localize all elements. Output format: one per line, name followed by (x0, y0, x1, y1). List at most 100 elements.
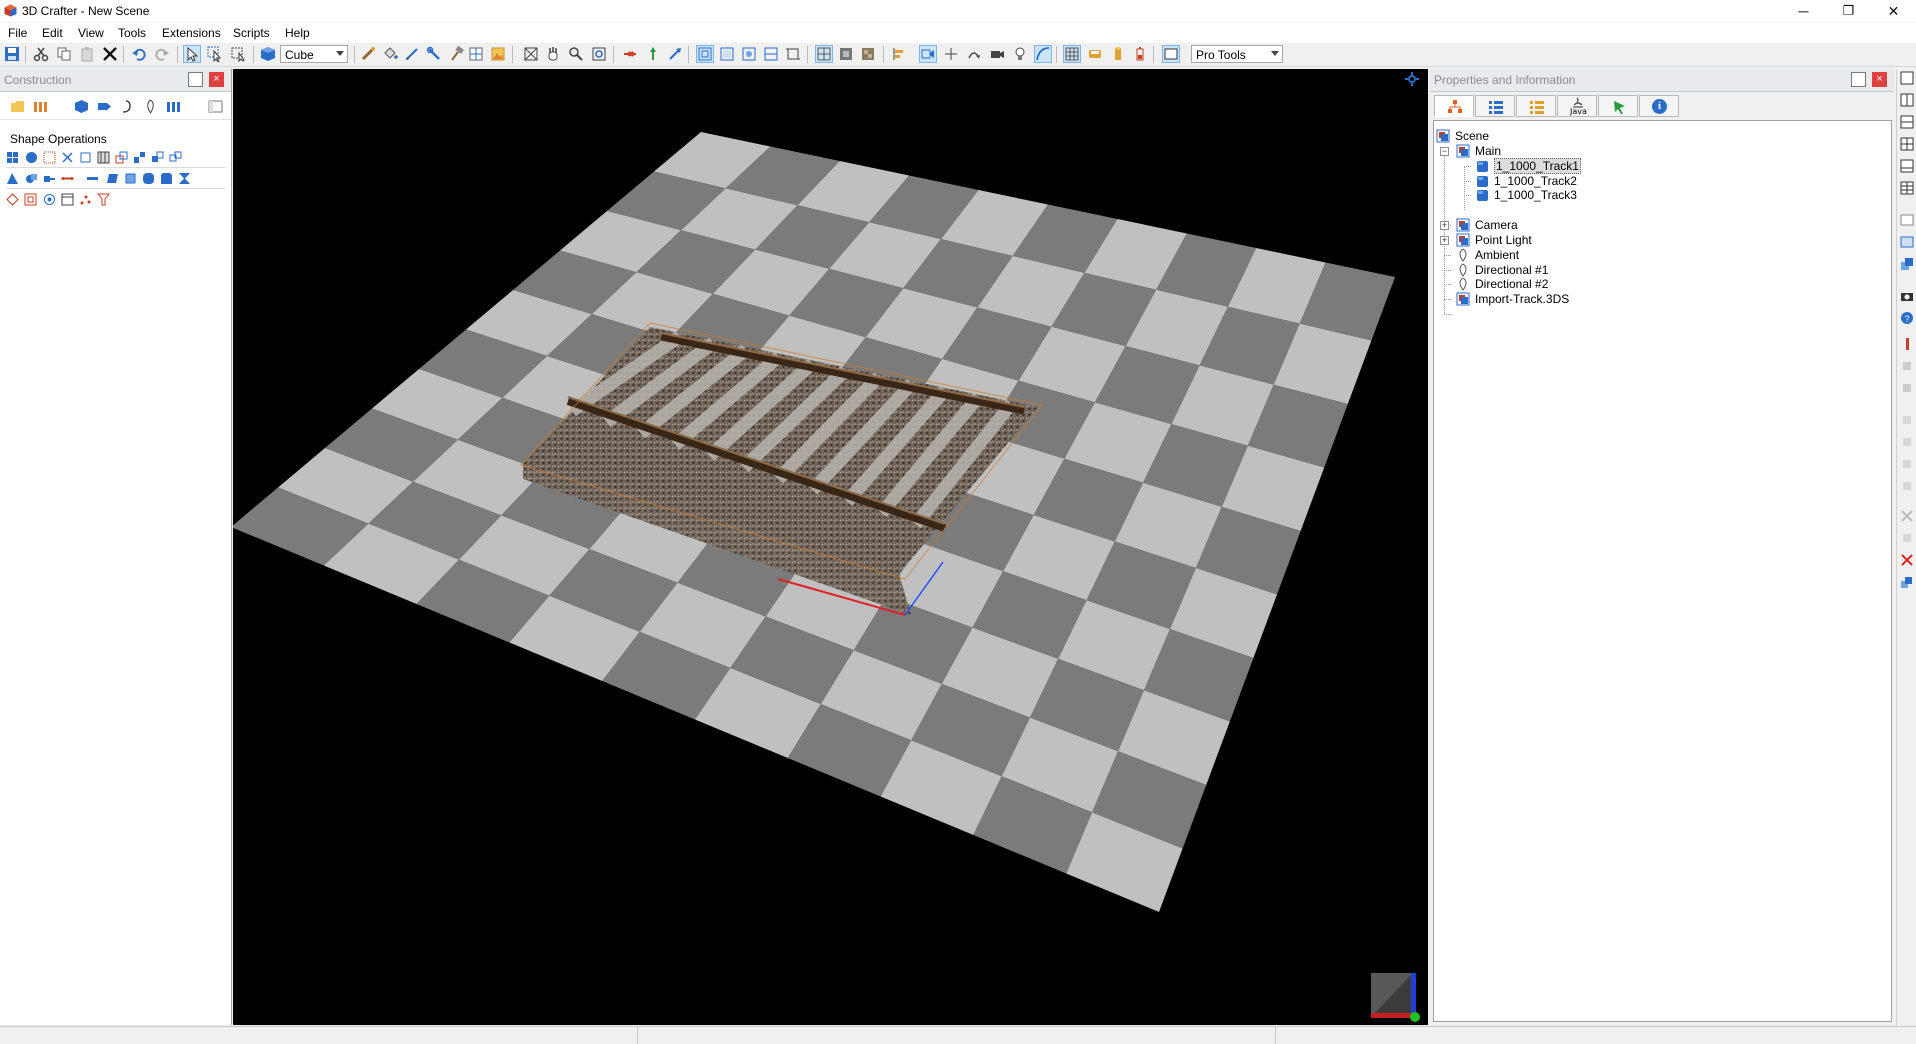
scene-render[interactable] (233, 69, 1428, 1025)
sphere-shape-icon[interactable] (25, 151, 38, 164)
tab-info[interactable]: i (1639, 95, 1679, 117)
hourglass-icon[interactable] (178, 172, 191, 185)
select-multiple-icon[interactable] (207, 46, 223, 62)
move-z-icon[interactable] (667, 46, 683, 62)
bus-icon[interactable] (1087, 46, 1103, 62)
bevel-icon[interactable] (160, 172, 173, 185)
taper-icon[interactable] (133, 151, 146, 164)
box-frame-icon[interactable] (61, 193, 74, 206)
flatten-icon[interactable] (86, 172, 99, 185)
funnel-icon[interactable] (97, 193, 110, 206)
round-icon[interactable] (142, 172, 155, 185)
dock-icon[interactable] (1851, 72, 1866, 87)
axis-icon[interactable] (943, 46, 959, 62)
cross-tool-icon[interactable] (1900, 509, 1914, 523)
tab-scene-tree[interactable] (1434, 95, 1474, 117)
restore-button[interactable]: ❐ (1826, 0, 1871, 22)
camera-icon[interactable] (1900, 289, 1914, 303)
light-icon[interactable] (143, 99, 158, 114)
menu-tools[interactable]: Tools (118, 26, 146, 40)
view-perspective-icon[interactable] (696, 45, 714, 63)
lathe-icon[interactable] (120, 99, 135, 114)
path-curve-icon[interactable] (1034, 45, 1052, 63)
layout-three-icon[interactable] (1900, 159, 1914, 173)
center-icon[interactable] (43, 193, 56, 206)
solid-shading-icon[interactable] (838, 46, 854, 62)
layout-quad-icon[interactable] (1900, 137, 1914, 151)
viewport-settings-gear-icon[interactable] (1405, 72, 1419, 86)
marker-icon[interactable] (1900, 337, 1914, 351)
array-icon[interactable] (169, 151, 182, 164)
select-region-icon[interactable] (230, 46, 246, 62)
mesh-icon[interactable] (97, 151, 110, 164)
panel-layout-icon[interactable] (208, 99, 223, 114)
twist-icon[interactable] (61, 151, 74, 164)
move-y-icon[interactable] (645, 46, 661, 62)
textured-shading-icon[interactable] (860, 46, 876, 62)
tab-java[interactable]: Java (1557, 95, 1597, 117)
grid-shape-icon[interactable] (6, 151, 19, 164)
redo-icon[interactable] (154, 46, 170, 62)
tools-mode-select[interactable]: Pro Tools (1191, 45, 1283, 63)
save-icon[interactable] (4, 46, 20, 62)
layers-icon[interactable] (1900, 257, 1914, 271)
video-camera-icon[interactable] (989, 46, 1005, 62)
layout-grid-icon[interactable] (1900, 181, 1914, 195)
scatter-icon[interactable] (79, 193, 92, 206)
close-button[interactable]: ✕ (1871, 0, 1916, 22)
tab-list[interactable] (1475, 95, 1515, 117)
delete-icon[interactable] (102, 46, 118, 62)
texture-map-icon[interactable] (468, 46, 484, 62)
orbit-icon[interactable] (966, 46, 982, 62)
image-icon[interactable] (490, 46, 506, 62)
zoom-extents-icon[interactable] (591, 46, 607, 62)
hand-pan-icon[interactable] (545, 46, 561, 62)
window-frame-icon[interactable] (1162, 45, 1180, 63)
light-bulb-icon[interactable] (1012, 46, 1028, 62)
diamond-icon[interactable] (6, 193, 19, 206)
menu-file[interactable]: File (8, 26, 27, 40)
close-panel-button[interactable]: × (209, 72, 224, 87)
help-icon[interactable]: ? (1900, 311, 1914, 325)
cube-icon[interactable] (74, 99, 89, 114)
folder-icon[interactable] (10, 99, 25, 114)
dotted-grid-icon[interactable] (43, 151, 56, 164)
navigation-cube[interactable] (1371, 973, 1420, 1022)
cone-icon[interactable] (6, 172, 19, 185)
menu-edit[interactable]: Edit (42, 26, 63, 40)
wireframe-icon[interactable] (815, 45, 833, 63)
stack-icon[interactable] (1900, 575, 1914, 589)
dock-icon[interactable] (188, 72, 203, 87)
paint-brush-icon[interactable] (360, 46, 376, 62)
paint-bucket-icon[interactable] (382, 46, 398, 62)
select-icon[interactable] (183, 45, 201, 63)
boolean-icon[interactable] (25, 172, 38, 185)
close-panel-button[interactable]: × (1872, 72, 1887, 87)
join-icon[interactable] (43, 172, 56, 185)
layout-single-icon[interactable] (1900, 71, 1914, 85)
window-icon[interactable] (1900, 213, 1914, 227)
layout-split-horizontal-icon[interactable] (1900, 115, 1914, 129)
picture-icon[interactable] (1900, 235, 1914, 249)
3d-viewport[interactable] (233, 69, 1428, 1025)
view-front-icon[interactable] (719, 46, 735, 62)
menu-help[interactable]: Help (285, 26, 310, 40)
minimize-button[interactable]: ─ (1781, 0, 1826, 22)
tab-detail-list[interactable] (1516, 95, 1556, 117)
camera-view-icon[interactable] (919, 45, 937, 63)
align-icon[interactable] (891, 46, 907, 62)
fit-view-icon[interactable] (523, 46, 539, 62)
shrink-wrap-icon[interactable] (124, 172, 137, 185)
copy-icon[interactable] (56, 46, 72, 62)
menu-extensions[interactable]: Extensions (162, 26, 221, 40)
connect-icon[interactable] (61, 172, 74, 185)
scale-shape-icon[interactable] (115, 151, 128, 164)
frame-icon[interactable] (24, 193, 37, 206)
collapse-main-toggle[interactable]: − (1440, 147, 1449, 156)
move-x-icon[interactable] (622, 46, 638, 62)
tab-pointer[interactable] (1598, 95, 1638, 117)
expand-point-light-toggle[interactable]: + (1440, 236, 1449, 245)
grid-icon[interactable] (1063, 45, 1081, 63)
cube-shape-icon[interactable] (260, 46, 276, 62)
undo-icon[interactable] (131, 46, 147, 62)
